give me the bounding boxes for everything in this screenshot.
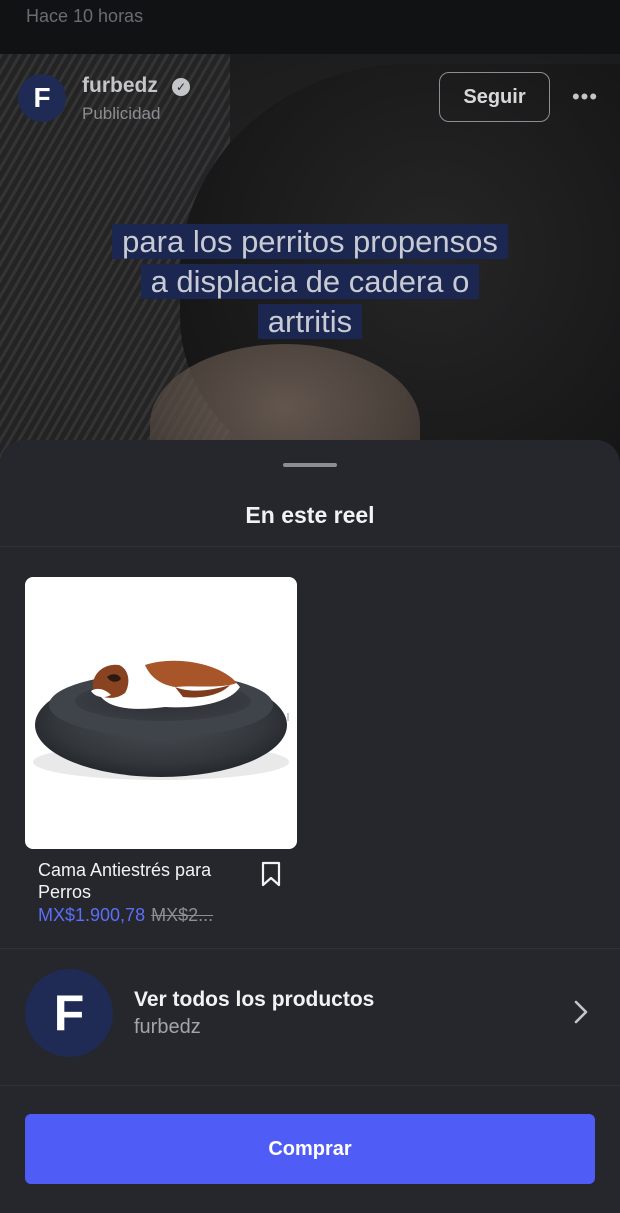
product-price-row: MX$1.900,78 MX$2... (38, 905, 278, 926)
sheet-title: En este reel (245, 502, 375, 528)
product-image[interactable] (25, 577, 297, 849)
shop-name: furbedz (134, 1016, 201, 1038)
verified-badge-icon: ✓ (172, 78, 190, 96)
caption-line: para los perritos propensos (112, 224, 508, 259)
view-all-products-row[interactable]: F Ver todos los productos furbedz (25, 967, 595, 1057)
caption-line: artritis (257, 304, 363, 339)
product-card[interactable]: Cama Antiestrés para Perros MX$1.900,78 M… (25, 577, 297, 927)
products-bottom-sheet: En este reel Cama Antiestrés para Perros… (0, 440, 620, 1213)
chevron-right-icon (574, 1000, 588, 1024)
divider (0, 948, 620, 949)
avatar-letter: F (53, 985, 85, 1041)
view-all-products-title: Ver todos los productos (134, 988, 375, 1011)
product-price: MX$1.900,78 (38, 905, 146, 925)
post-header: F furbedz ✓ Publicidad Seguir ••• (18, 72, 608, 126)
more-options-icon[interactable]: ••• (570, 84, 600, 109)
divider (0, 546, 620, 547)
bookmark-icon[interactable] (259, 861, 283, 887)
status-strip: Hace 10 horas (0, 0, 620, 54)
post-time: Hace 10 horas (26, 6, 144, 26)
video-caption: para los perritos propensos a displacia … (0, 222, 620, 342)
product-old-price: MX$2... (151, 905, 214, 925)
buy-button[interactable]: Comprar (25, 1114, 595, 1184)
shop-avatar: F (25, 969, 113, 1057)
caption-line: a displacia de cadera o (140, 264, 480, 299)
sponsored-label: Publicidad (82, 104, 161, 123)
product-name[interactable]: Cama Antiestrés para Perros (38, 859, 248, 903)
divider (0, 1085, 620, 1086)
avatar-letter: F (33, 82, 51, 113)
account-name[interactable]: furbedz (82, 74, 158, 98)
account-avatar[interactable]: F (18, 74, 66, 122)
sheet-drag-handle[interactable] (283, 463, 337, 467)
dog-bed-image (33, 660, 289, 780)
follow-button[interactable]: Seguir (439, 72, 550, 122)
